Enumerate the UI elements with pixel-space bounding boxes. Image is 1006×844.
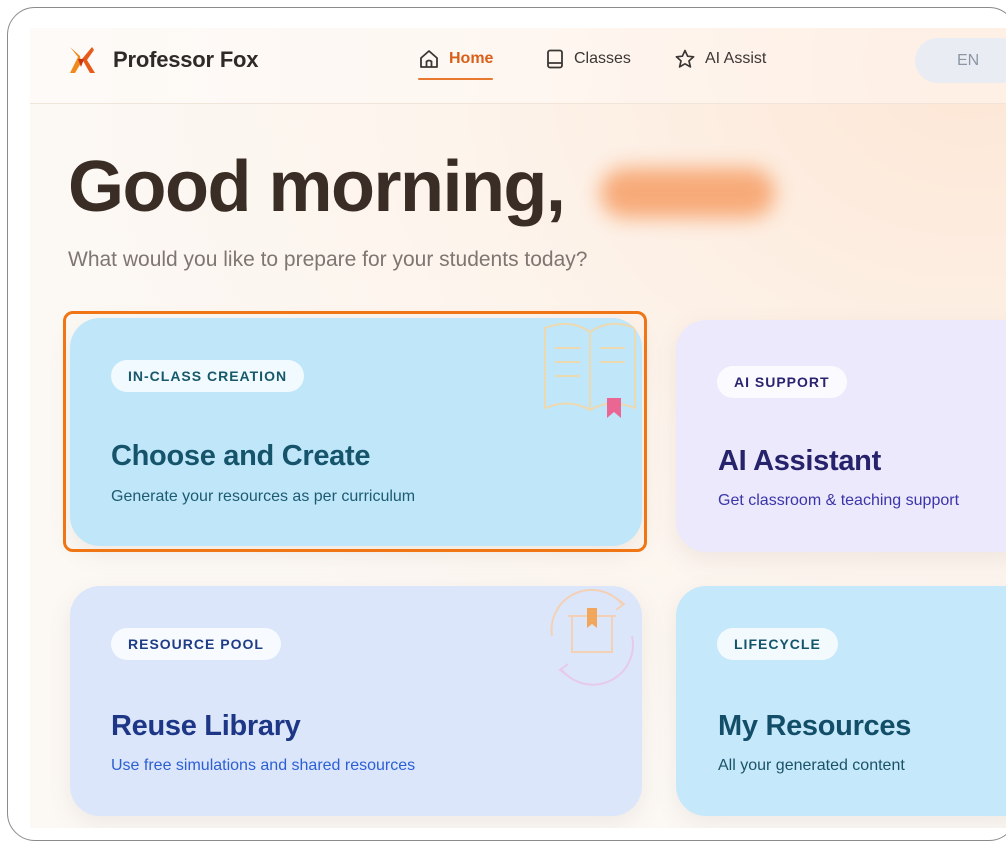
nav-classes[interactable]: Classes xyxy=(545,48,631,70)
book-icon xyxy=(547,49,563,69)
home-icon xyxy=(420,50,438,68)
nav-classes-label: Classes xyxy=(574,50,631,67)
card-ai-assistant[interactable]: AI SUPPORT AI Assistant Get classroom & … xyxy=(676,320,1006,552)
card-reuse-library[interactable]: RESOURCE POOL Reuse Library Use free sim… xyxy=(70,586,642,816)
card-description: All your generated content xyxy=(718,757,905,774)
card-title: AI Assistant xyxy=(718,445,881,477)
card-description: Generate your resources as per curriculu… xyxy=(111,488,416,505)
card-title: Reuse Library xyxy=(111,710,301,742)
browser-frame: Professor Fox Home Classes AI Assist EN … xyxy=(7,7,1006,841)
box-recycle-icon xyxy=(550,588,634,686)
card-badge: AI SUPPORT xyxy=(717,366,847,398)
nav-ai-assist-label: AI Assist xyxy=(705,50,767,67)
card-title: Choose and Create xyxy=(111,440,371,472)
card-title: My Resources xyxy=(718,710,912,742)
brand-name[interactable]: Professor Fox xyxy=(113,47,259,73)
card-description: Use free simulations and shared resource… xyxy=(111,757,416,774)
card-badge: RESOURCE POOL xyxy=(111,628,281,660)
language-selector[interactable]: EN xyxy=(915,38,1006,83)
nav-home-label: Home xyxy=(449,50,494,67)
card-choose-and-create[interactable]: IN-CLASS CREATION Choose and Create Gene… xyxy=(70,318,642,546)
nav-ai-assist[interactable]: AI Assist xyxy=(674,48,766,70)
card-description: Get classroom & teaching support xyxy=(718,492,960,509)
card-badge: LIFECYCLE xyxy=(717,628,838,660)
card-my-resources[interactable]: LIFECYCLE My Resources All your generate… xyxy=(676,586,1006,816)
top-nav: Professor Fox Home Classes AI Assist EN xyxy=(30,28,1006,104)
greeting-heading: Good morning, xyxy=(68,147,566,227)
card-badge: IN-CLASS CREATION xyxy=(111,360,305,392)
greeting-subtitle: What would you like to prepare for your … xyxy=(68,248,588,271)
open-book-icon xyxy=(544,322,636,418)
fox-logo-icon xyxy=(70,47,95,73)
star-icon xyxy=(675,49,695,68)
blurred-username xyxy=(600,168,775,218)
nav-home[interactable]: Home xyxy=(418,48,494,80)
dashboard-page: Professor Fox Home Classes AI Assist EN … xyxy=(30,28,1006,828)
